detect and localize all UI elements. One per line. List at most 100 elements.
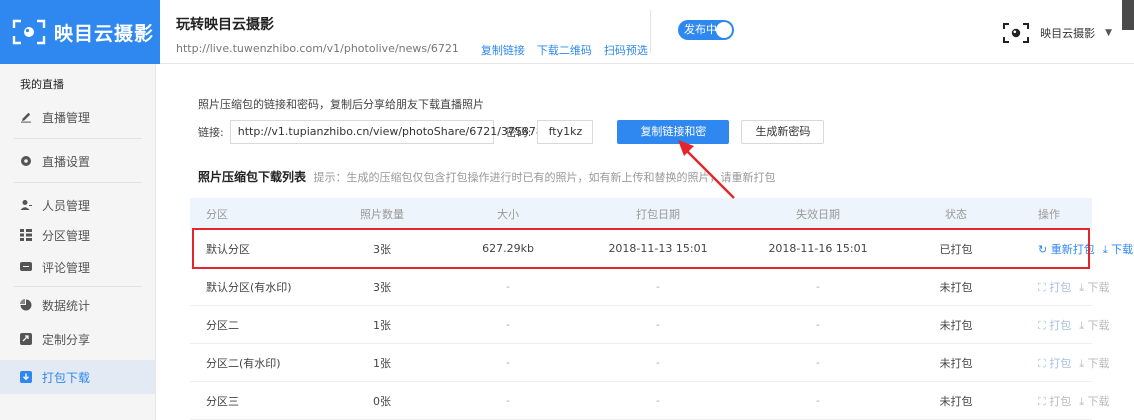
sidebar-item-sections[interactable]: 分区管理: [0, 224, 155, 246]
status-cell: 未打包: [939, 356, 973, 370]
share-link-field[interactable]: http://v1.tupianzhibo.cn/view/photoShare…: [229, 120, 543, 144]
sidebar-item-staff[interactable]: 人员管理: [0, 194, 155, 216]
brand-logo-area[interactable]: 映目云摄影: [0, 0, 160, 64]
download-button[interactable]: ⤓ 下载: [1079, 355, 1109, 371]
pack-button[interactable]: ⛶ 打包: [1038, 279, 1071, 295]
sidebar-item-label: 直播管理: [42, 110, 91, 125]
pack-date-cell: -: [656, 394, 660, 407]
section-name-cell: 分区三: [206, 394, 239, 408]
table-row: 分区二 1张 - - - 未打包 ⛶ 打包 ⤓ 下载: [190, 306, 1110, 344]
column-header: 照片数量: [360, 208, 404, 221]
sidebar-item-live-manage[interactable]: 直播管理: [0, 106, 155, 128]
generate-password-button[interactable]: 生成新密码: [741, 120, 825, 144]
section-name-cell: 分区二: [206, 318, 239, 332]
live-title-block: 玩转映目云摄影 http://live.tuwenzhibo.com/v1/ph…: [176, 14, 648, 58]
pack-button[interactable]: ⛶ 打包: [1038, 393, 1071, 409]
download-icon: [20, 371, 32, 383]
size-cell: -: [506, 356, 510, 369]
column-header: 大小: [497, 208, 519, 221]
highlight-box: [192, 228, 1090, 269]
pack-button[interactable]: ⛶ 打包: [1038, 317, 1071, 333]
sidebar-heading: 我的直播: [20, 78, 64, 91]
photo-count-cell: 1张: [373, 318, 391, 332]
sidebar-item-label: 数据统计: [42, 298, 91, 313]
table-row: 分区二(有水印) 1张 - - - 未打包 ⛶ 打包 ⤓ 下载: [190, 344, 1110, 382]
sidebar-item-custom-share[interactable]: 定制分享: [0, 328, 155, 350]
scan-preview-button[interactable]: 扫码预选: [604, 42, 648, 58]
chevron-down-icon: ▼: [1105, 28, 1112, 38]
user-name: 映目云摄影: [1040, 27, 1096, 40]
column-header: 打包日期: [636, 208, 680, 221]
user-avatar-icon: [1002, 22, 1030, 44]
user-menu[interactable]: 映目云摄影 ▼: [1002, 22, 1112, 44]
sidebar-item-label: 评论管理: [42, 260, 91, 275]
password-label: 密码:: [505, 126, 532, 139]
download-button[interactable]: ⤓ 下载: [1079, 393, 1109, 409]
download-button[interactable]: ⤓ 下载: [1079, 317, 1109, 333]
sidebar-divider: [14, 138, 142, 139]
sidebar-item-pack-download[interactable]: 打包下载: [0, 360, 155, 394]
pack-date-cell: -: [656, 318, 660, 331]
sidebar-item-live-settings[interactable]: 直播设置: [0, 150, 155, 172]
expire-date-cell: -: [816, 280, 820, 293]
size-cell: -: [506, 394, 510, 407]
sidebar: 我的直播 直播管理 直播设置 人员管理 分区管理 评论管理 数据统计 定制分享 …: [0, 64, 156, 420]
comment-icon: [20, 261, 32, 273]
pack-date-cell: -: [656, 280, 660, 293]
sidebar-divider: [14, 182, 142, 183]
password-field[interactable]: fty1kz: [537, 120, 594, 144]
expire-date-cell: -: [816, 356, 820, 369]
table-header: 分区 照片数量 大小 打包日期 失效日期 状态 操作: [190, 198, 1092, 230]
download-button[interactable]: ⤓ 下载: [1079, 279, 1109, 295]
status-cell: 未打包: [939, 394, 973, 408]
copy-link-button[interactable]: 复制链接: [481, 42, 525, 58]
download-qrcode-button[interactable]: 下载二维码: [537, 42, 592, 58]
publish-label: 发布中: [684, 23, 717, 36]
column-header: 状态: [945, 208, 967, 221]
sidebar-item-comments[interactable]: 评论管理: [0, 256, 155, 278]
live-url: http://live.tuwenzhibo.com/v1/photolive/…: [176, 42, 459, 55]
sidebar-item-label: 人员管理: [42, 198, 91, 213]
page-url-row: http://live.tuwenzhibo.com/v1/photolive/…: [176, 42, 648, 58]
scrollbar-tab[interactable]: [1122, 0, 1134, 30]
publish-toggle[interactable]: 发布中: [678, 20, 734, 40]
page-title: 玩转映目云摄影: [176, 17, 274, 33]
photo-count-cell: 0张: [373, 394, 391, 408]
sidebar-item-label: 分区管理: [42, 228, 91, 243]
operations-cell: ⛶ 打包 ⤓ 下载: [1014, 279, 1124, 295]
header-divider: [650, 10, 651, 54]
expire-date-cell: -: [816, 318, 820, 331]
sidebar-item-statistics[interactable]: 数据统计: [0, 294, 155, 316]
pack-button[interactable]: ⛶ 打包: [1038, 355, 1071, 371]
link-label: 链接:: [198, 126, 224, 139]
annotation-arrow-icon: [678, 140, 735, 199]
table-row: 默认分区(有水印) 3张 - - - 未打包 ⛶ 打包 ⤓ 下载: [190, 268, 1110, 306]
download-button[interactable]: ⤓ 下载: [1103, 241, 1133, 257]
pencil-icon: [20, 111, 32, 123]
package-list-title: 照片压缩包下载列表: [198, 170, 307, 184]
share-icon: [20, 333, 32, 345]
size-cell: -: [506, 318, 510, 331]
toggle-knob: [716, 22, 732, 38]
photo-count-cell: 3张: [373, 280, 391, 294]
sidebar-item-label: 定制分享: [42, 332, 91, 347]
status-cell: 未打包: [939, 280, 973, 294]
sidebar-item-label: 打包下载: [42, 370, 91, 385]
share-intro-text: 照片压缩包的链接和密码，复制后分享给朋友下载直播照片: [198, 98, 484, 111]
column-header: 分区: [206, 208, 228, 221]
top-header: 映目云摄影 玩转映目云摄影 http://live.tuwenzhibo.com…: [0, 0, 1134, 64]
sidebar-divider: [14, 286, 142, 287]
size-cell: -: [506, 280, 510, 293]
photo-count-cell: 1张: [373, 356, 391, 370]
operations-cell: ⛶ 打包 ⤓ 下载: [1014, 317, 1124, 333]
section-name-cell: 分区二(有水印): [206, 356, 281, 370]
expire-date-cell: -: [816, 394, 820, 407]
operations-cell: ⛶ 打包 ⤓ 下载: [1014, 393, 1124, 409]
column-header: 失效日期: [796, 208, 840, 221]
camera-logo-icon: [12, 19, 46, 45]
gear-icon: [20, 155, 32, 167]
grid-icon: [20, 229, 32, 241]
user-icon: [20, 199, 32, 211]
pie-icon: [20, 299, 32, 311]
table-row: 分区三 0张 - - - 未打包 ⛶ 打包 ⤓ 下载: [190, 382, 1110, 420]
